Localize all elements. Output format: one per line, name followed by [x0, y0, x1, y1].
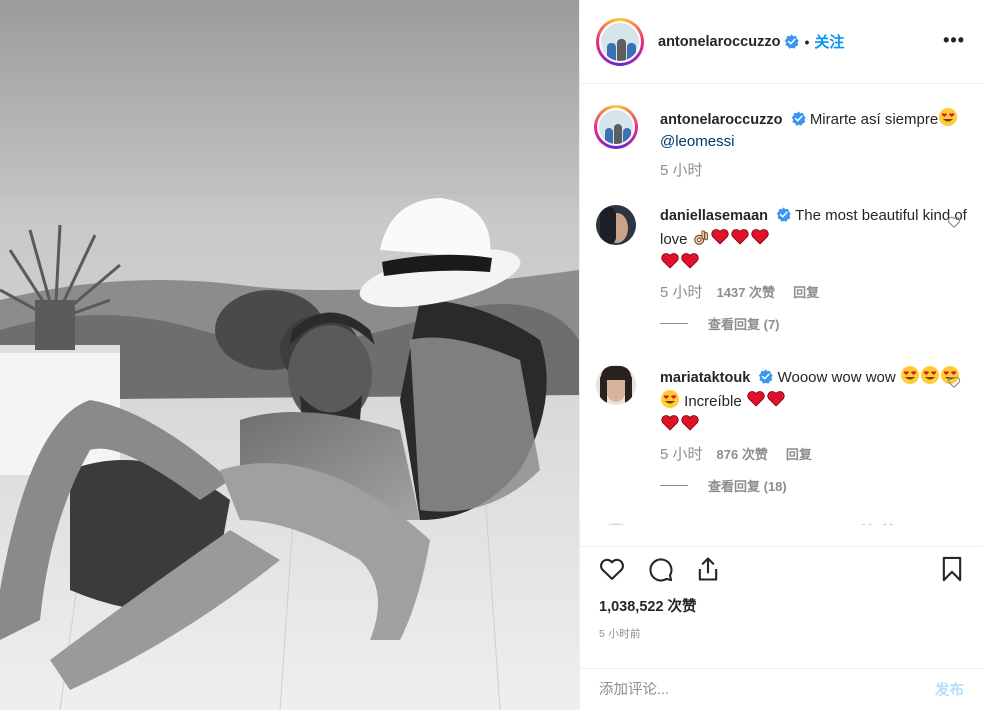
commenter-avatar[interactable] [596, 365, 636, 405]
caption-body: antonelaroccuzzo Mirarte así siempre @le… [660, 107, 967, 153]
comment-text: Wooow wow wow [777, 369, 896, 386]
follow-button[interactable]: 关注 [814, 31, 844, 52]
likes-count[interactable]: 1,038,522 次赞 [599, 595, 697, 616]
comment-time[interactable]: 5 小时 [660, 443, 703, 464]
post-time-ago[interactable]: 5 小时前 [599, 626, 641, 641]
comment-time[interactable]: 5 小时 [660, 281, 703, 302]
comment: daniellasemaan The most beautiful kind o… [596, 205, 967, 333]
header-separator: • [804, 33, 810, 50]
comment-input[interactable] [599, 681, 935, 698]
heart-eyes-emoji-icon [920, 366, 939, 384]
post-comment-button[interactable]: 发布 [935, 679, 964, 700]
caption-meta: 5 小时 [660, 159, 967, 180]
comment-likes[interactable]: 1437 次赞 [717, 282, 776, 301]
action-bar [580, 546, 983, 590]
caption-time[interactable]: 5 小时 [660, 159, 703, 180]
comment: mariataktouk Wooow wow wow Increíble 5 小… [596, 365, 967, 495]
author-avatar-image [599, 20, 641, 63]
verified-badge-icon [776, 207, 791, 222]
post-photo-image [0, 0, 579, 710]
reply-button[interactable]: 回复 [786, 444, 812, 463]
like-comment-heart-icon[interactable] [947, 375, 961, 389]
comment-body: daniellasemaan The most beautiful kind o… [660, 205, 967, 275]
comment-username[interactable]: daniellasemaan [660, 208, 768, 224]
commenter-avatar[interactable] [596, 205, 636, 245]
view-replies-label: 查看回复 (7) [708, 317, 780, 332]
red-heart-emoji-icon [681, 253, 699, 269]
comment-meta: 5 小时 876 次赞 回复 [660, 443, 967, 464]
heart-eyes-emoji-icon [900, 366, 919, 384]
instagram-post: antonelaroccuzzo • 关注 ••• antonelaroccuz… [0, 0, 983, 710]
red-heart-emoji-icon [861, 524, 894, 525]
red-heart-emoji-icon [751, 229, 769, 245]
view-replies-label: 查看回复 (18) [708, 479, 787, 494]
view-replies-button[interactable]: 查看回复 (7) [660, 314, 967, 333]
red-heart-emoji-icon [681, 415, 699, 431]
comment-body: mariataktouk Wooow wow wow Increíble [660, 365, 967, 437]
comment-meta: 5 小时 1437 次赞 回复 [660, 281, 967, 302]
comment-username[interactable]: mariataktouk [660, 370, 750, 386]
like-comment-heart-icon[interactable] [947, 215, 961, 229]
author-avatar[interactable] [596, 17, 644, 66]
caption-text: Mirarte así siempre [809, 111, 939, 128]
verified-badge-icon [785, 34, 800, 49]
ok-hand-emoji-icon [693, 230, 708, 245]
bookmark-icon[interactable] [938, 555, 966, 583]
red-heart-emoji-icon [767, 391, 785, 407]
comment-icon[interactable] [646, 555, 674, 583]
replies-divider [660, 323, 688, 324]
view-replies-button[interactable]: 查看回复 (18) [660, 476, 967, 495]
heart-eyes-emoji-icon [939, 108, 958, 126]
caption: antonelaroccuzzo Mirarte así siempre @le… [594, 105, 967, 180]
red-heart-emoji-icon [747, 391, 765, 407]
author-username[interactable]: antonelaroccuzzo [658, 34, 780, 50]
red-heart-emoji-icon [711, 229, 729, 245]
heart-icon[interactable] [598, 555, 626, 583]
post-header: antonelaroccuzzo • 关注 ••• [580, 0, 983, 84]
share-icon[interactable] [694, 555, 722, 583]
heart-eyes-emoji-icon [661, 390, 679, 408]
comment-likes[interactable]: 876 次赞 [717, 444, 768, 463]
caption-username[interactable]: antonelaroccuzzo [660, 112, 782, 128]
caption-mention[interactable]: @leomessi [660, 133, 734, 150]
reply-button[interactable]: 回复 [793, 282, 819, 301]
verified-badge-icon [791, 111, 806, 126]
red-heart-emoji-icon [731, 229, 749, 245]
comment-text-extra: Increíble [684, 393, 742, 410]
red-heart-emoji-icon [661, 415, 679, 431]
caption-avatar[interactable] [594, 105, 638, 149]
commenter-avatar[interactable] [596, 523, 636, 525]
verified-badge-icon [759, 369, 774, 384]
post-photo[interactable] [0, 0, 579, 710]
post-side-panel: antonelaroccuzzo • 关注 ••• antonelaroccuz… [579, 0, 983, 710]
replies-divider [660, 485, 688, 486]
add-comment-bar: 发布 [580, 668, 983, 710]
red-heart-emoji-icon [661, 253, 679, 269]
comments-list[interactable]: antonelaroccuzzo Mirarte así siempre @le… [580, 85, 983, 525]
more-options-icon[interactable]: ••• [943, 31, 965, 49]
